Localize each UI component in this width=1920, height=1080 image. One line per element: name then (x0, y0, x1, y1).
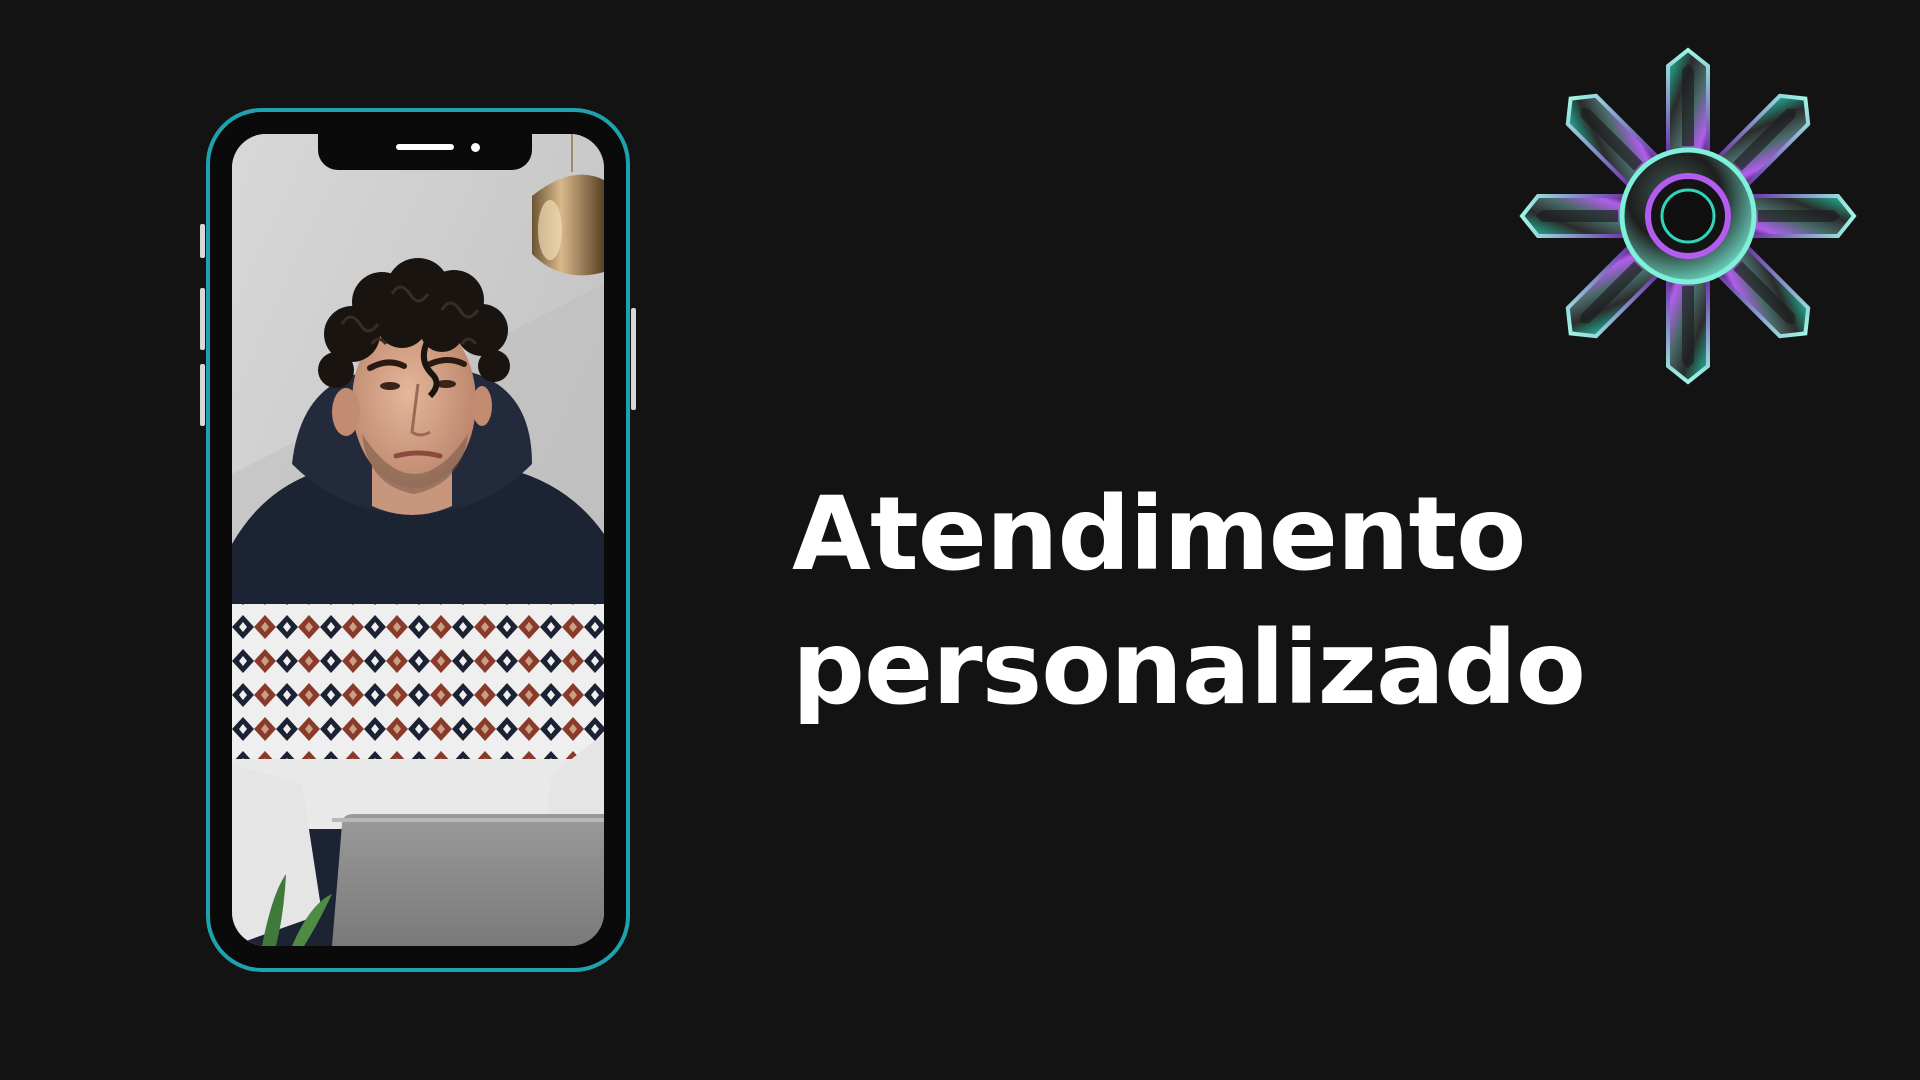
person-at-laptop-image (232, 134, 604, 946)
phone-speaker (396, 144, 454, 150)
headline: Atendimento personalizado (792, 468, 1586, 736)
headline-line-1: Atendimento (792, 475, 1526, 594)
iridescent-star-gear-icon (1520, 48, 1856, 384)
headline-line-2: personalizado (792, 609, 1586, 728)
phone-notch (318, 134, 532, 170)
slide: Atendimento personalizado (0, 0, 1920, 1080)
phone-volume-down-button (200, 364, 205, 426)
phone-power-button (631, 308, 636, 410)
phone-volume-up-button (200, 288, 205, 350)
phone-camera (471, 143, 480, 152)
phone-mute-switch (200, 224, 205, 258)
phone-mockup (200, 108, 636, 972)
phone-screen (232, 134, 604, 946)
